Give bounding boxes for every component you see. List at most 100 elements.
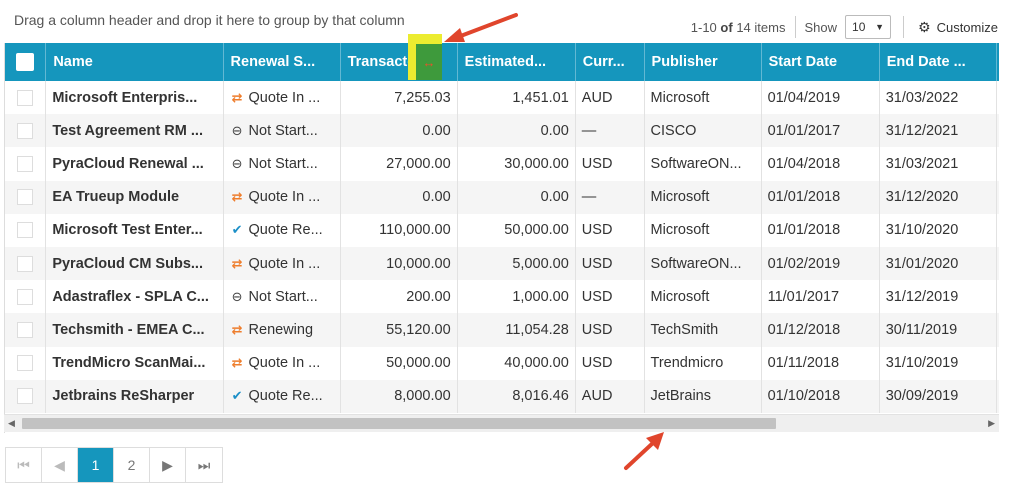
table-row[interactable]: EA Trueup Module ⇄ Quote In ... 0.00 0.00— Mi… — [5, 180, 999, 214]
cell-status: ⇄ Quote In ... — [223, 180, 341, 214]
row-checkbox[interactable] — [5, 147, 47, 181]
column-header-currency[interactable]: Curr... — [575, 43, 645, 81]
column-header-name[interactable]: Name — [45, 43, 224, 81]
table-row[interactable]: PyraCloud Renewal ... ⊖ Not Start... 27,000… — [5, 147, 999, 181]
checkbox-icon[interactable] — [17, 222, 34, 239]
cell-end: 31/10/2019 — [879, 346, 997, 380]
cell-end: 30/11/2019 — [879, 313, 997, 347]
cell-currency: USD — [575, 147, 645, 181]
cell-currency: USD — [575, 280, 645, 314]
table-row[interactable]: TrendMicro ScanMai... ⇄ Quote In ... 50,000… — [5, 346, 999, 380]
cell-supplier: — — [996, 313, 999, 347]
row-checkbox[interactable] — [5, 280, 47, 314]
table-row[interactable]: PyraCloud CM Subs... ⇄ Quote In ... 10,000.… — [5, 246, 999, 281]
column-resize-icon[interactable]: ↔ — [416, 44, 442, 80]
renew-icon: ⇄ — [231, 89, 243, 105]
not-started-icon: ⊖ — [231, 155, 243, 171]
items-word: items — [754, 19, 786, 35]
horizontal-scrollbar[interactable]: ◀ ▶ — [4, 414, 999, 432]
table-row[interactable]: Microsoft Enterpris... ⇄ Quote In ... 7,255… — [5, 81, 999, 115]
page-size-value: 10 — [852, 20, 866, 34]
next-page-icon[interactable]: ▶ — [150, 448, 186, 482]
checkbox-icon[interactable] — [17, 355, 34, 372]
checkbox-icon[interactable] — [17, 189, 34, 206]
scrollbar-thumb[interactable] — [22, 418, 776, 429]
cell-estimated: 1,000.00 — [457, 280, 576, 314]
cell-supplier: — — [996, 147, 999, 181]
cell-name[interactable]: Microsoft Test Enter... — [45, 213, 224, 247]
cell-name[interactable]: EA Trueup Module — [45, 180, 224, 214]
cell-name[interactable]: Adastraflex - SPLA C... — [45, 280, 224, 314]
checkbox-icon[interactable] — [17, 255, 34, 272]
cell-end: 31/01/2020 — [879, 246, 997, 281]
row-checkbox[interactable] — [5, 114, 47, 148]
cell-supplier: SWO — [996, 213, 999, 247]
header-row: Name Renewal S... Transacte... Estimated...… — [5, 43, 999, 81]
column-header-renewal-status[interactable]: Renewal S... — [223, 43, 341, 81]
status-text: Quote Re... — [248, 388, 323, 405]
page-size-select[interactable]: 10 ▼ — [845, 15, 892, 39]
cell-name[interactable]: Microsoft Enterpris... — [45, 81, 224, 115]
not-started-icon: ⊖ — [231, 288, 243, 304]
column-resize-highlight[interactable]: ↔ — [408, 34, 442, 80]
scroll-left-icon[interactable]: ◀ — [8, 418, 15, 429]
last-page-icon[interactable]: ⏭ — [186, 448, 222, 482]
cell-status: ⇄ Renewing — [223, 313, 341, 347]
cell-supplier: SouthStar — [996, 346, 999, 380]
cell-name[interactable]: Jetbrains ReSharper — [45, 379, 224, 413]
group-drop-area[interactable]: Drag a column header and drop it here to… — [14, 12, 405, 28]
row-checkbox[interactable] — [5, 346, 47, 380]
check-circle-icon: ✔ — [231, 388, 243, 404]
row-checkbox[interactable] — [5, 379, 47, 413]
checkbox-icon[interactable] — [17, 122, 34, 139]
cell-supplier: — — [996, 280, 999, 314]
row-checkbox[interactable] — [5, 180, 47, 214]
cell-end: 31/12/2021 — [879, 114, 997, 148]
table-row[interactable]: Jetbrains ReSharper ✔ Quote Re... 8,000.00 8… — [5, 379, 999, 413]
checkbox-icon[interactable] — [17, 89, 34, 106]
checkbox-icon[interactable] — [16, 53, 35, 71]
page-2-button[interactable]: 2 — [114, 448, 150, 482]
column-header-estimated[interactable]: Estimated... — [457, 43, 576, 81]
row-checkbox[interactable] — [5, 81, 47, 115]
cell-publisher: Microsoft — [644, 81, 762, 115]
column-header-publisher[interactable]: Publisher — [644, 43, 762, 81]
first-page-icon[interactable]: ⏮ — [6, 448, 42, 482]
table-row[interactable]: Techsmith - EMEA C... ⇄ Renewing 55,120.00 1… — [5, 313, 999, 347]
cell-estimated: 40,000.00 — [457, 346, 576, 380]
cell-name[interactable]: PyraCloud Renewal ... — [45, 147, 224, 181]
cell-estimated: 0.00 — [457, 114, 576, 148]
page-1-button[interactable]: 1 — [78, 448, 114, 482]
cell-name[interactable]: PyraCloud CM Subs... — [45, 246, 224, 281]
cell-supplier: SoftwareO — [996, 180, 999, 214]
cell-publisher: Trendmicro — [644, 346, 762, 380]
table-row[interactable]: Microsoft Test Enter... ✔ Quote Re... 110,0… — [5, 213, 999, 247]
cell-currency: AUD — [575, 81, 645, 115]
cell-estimated: 1,451.01 — [457, 81, 576, 115]
cell-name[interactable]: TrendMicro ScanMai... — [45, 346, 224, 380]
cell-status: ⇄ Quote In ... — [223, 346, 341, 380]
scroll-right-icon[interactable]: ▶ — [988, 418, 995, 429]
column-header-start-date[interactable]: Start Date — [761, 43, 880, 81]
table-row[interactable]: Test Agreement RM ... ⊖ Not Start... 0.00 0.… — [5, 114, 999, 148]
table-row[interactable]: Adastraflex - SPLA C... ⊖ Not Start... 200.… — [5, 280, 999, 314]
checkbox-icon[interactable] — [17, 288, 34, 305]
checkbox-icon[interactable] — [17, 388, 34, 405]
show-label: Show — [804, 19, 838, 35]
row-checkbox[interactable] — [5, 313, 47, 347]
prev-page-icon[interactable]: ◀ — [42, 448, 78, 482]
cell-estimated: 30,000.00 — [457, 147, 576, 181]
cell-name[interactable]: Techsmith - EMEA C... — [45, 313, 224, 347]
row-checkbox[interactable] — [5, 213, 47, 247]
checkbox-icon[interactable] — [17, 156, 34, 173]
cell-status: ⇄ Quote In ... — [223, 246, 341, 281]
checkbox-icon[interactable] — [17, 321, 34, 338]
row-checkbox[interactable] — [5, 246, 47, 281]
cell-transacted: 200.00 — [340, 280, 458, 314]
customize-button[interactable]: ⚙ Customize — [912, 19, 1024, 36]
column-header-supplier[interactable]: Supplier — [996, 43, 999, 81]
cell-name[interactable]: Test Agreement RM ... — [45, 114, 224, 148]
column-header-end-date[interactable]: End Date ... — [879, 43, 997, 81]
select-all-checkbox[interactable] — [5, 43, 47, 81]
cell-transacted: 0.00 — [340, 180, 458, 214]
